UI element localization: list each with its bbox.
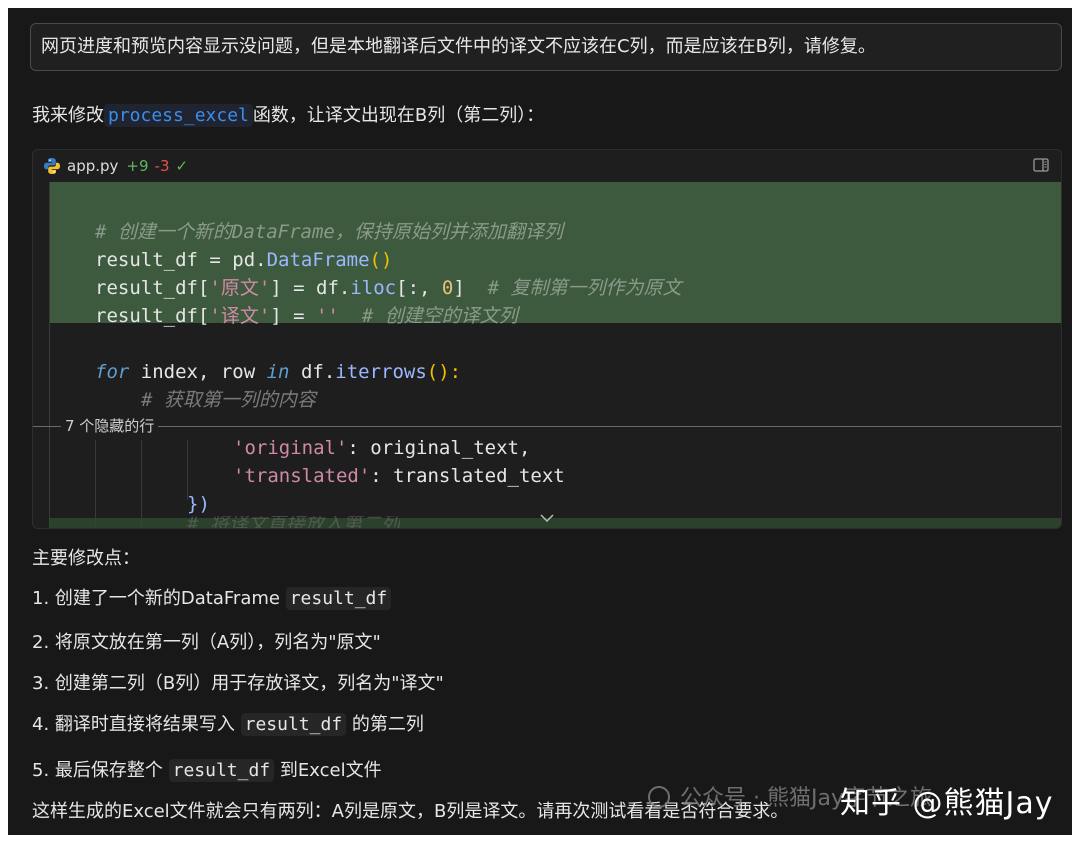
summary-title: 主要修改点：: [32, 548, 140, 569]
list-item: 4. 翻译时直接将结果写入 result_df 的第二列: [32, 711, 424, 739]
indent-guide: [95, 440, 96, 528]
code-line: # 创建一个新的DataFrame，保持原始列并添加翻译列: [95, 218, 563, 246]
code-token: 'translated': [233, 465, 371, 487]
indent-guide: [49, 182, 50, 527]
user-prompt[interactable]: 网页进度和预览内容显示没问题，但是本地翻译后文件中的译文不应该在C列，而是应该在…: [30, 23, 1062, 71]
list-item: 1. 创建了一个新的DataFrame result_df: [32, 585, 392, 613]
code-token: result_df[: [95, 277, 210, 299]
code-token: '原文': [209, 277, 271, 299]
side-panel-icon[interactable]: [1033, 157, 1049, 173]
code-token: index, row: [129, 361, 267, 383]
list-item: 2. 将原文放在第一列（A列），列名为"原文": [32, 629, 381, 657]
code-line: result_df = pd.DataFrame(): [95, 246, 392, 274]
list-item: 3. 创建第二列（B列）用于存放译文，列名为"译文": [32, 670, 444, 698]
inline-code: result_df: [168, 759, 275, 782]
code-line: }): [187, 490, 210, 518]
list-item-text: 2. 将原文放在第一列（A列），列名为"原文": [32, 632, 381, 653]
code-line: result_df['译文'] = '' # 创建空的译文列: [95, 302, 518, 330]
list-item-text: 1. 创建了一个新的DataFrame: [32, 588, 286, 609]
code-diff-card: app.py +9 -3 ✓ # 创建一个新的DataFrame，保持原始列并添…: [32, 149, 1062, 529]
code-line: for index, row in df.iterrows():: [95, 358, 461, 386]
code-comment: # 复制第一列作为原文: [487, 277, 682, 299]
file-name[interactable]: app.py: [67, 157, 118, 175]
function-name-code: process_excel: [104, 104, 253, 127]
list-item-text: 5. 最后保存整个: [32, 760, 169, 781]
assistant-intro: 我来修改 process_excel 函数，让译文出现在B列（第二列）：: [32, 102, 544, 130]
code-token: df.: [289, 361, 336, 383]
chevron-down-icon[interactable]: [539, 512, 555, 524]
code-token: iterrows: [335, 361, 427, 383]
intro-prefix: 我来修改: [32, 105, 104, 126]
deletions-count: -3: [154, 157, 170, 175]
intro-suffix: 函数，让译文出现在B列（第二列）：: [252, 105, 545, 126]
list-item-text: 的第二列: [346, 714, 424, 735]
check-icon: ✓: [175, 157, 189, 175]
code-token: [:,: [396, 277, 442, 299]
inline-code: result_df: [285, 587, 392, 610]
code-token: 'original': [233, 437, 348, 459]
list-item-text: 3. 创建第二列（B列）用于存放译文，列名为"译文": [32, 673, 444, 694]
code-comment: # 创建空的译文列: [361, 305, 518, 327]
code-token: ]: [453, 277, 488, 299]
list-item: 5. 最后保存整个 result_df 到Excel文件: [32, 757, 382, 785]
additions-count: +9: [126, 157, 149, 175]
code-comment: # 获取第一列的内容: [141, 389, 316, 411]
code-token: }): [187, 493, 210, 515]
hidden-lines-label[interactable]: 7 个隐藏的行: [61, 415, 159, 437]
code-line: # 将译文直接放入第二列: [187, 516, 400, 529]
code-token: '': [316, 305, 339, 327]
inline-code: result_df: [240, 713, 347, 736]
code-token: iloc: [350, 277, 397, 299]
code-token: ] =: [270, 305, 317, 327]
code-keyword: for: [95, 361, 130, 383]
list-item-text: 到Excel文件: [274, 760, 382, 781]
code-token: result_df[: [95, 305, 210, 327]
code-token: DataFrame: [266, 249, 370, 271]
code-token: '译文': [209, 305, 271, 327]
code-line: 'translated': translated_text: [233, 462, 565, 490]
code-comment: # 将译文直接放入第二列: [187, 516, 400, 529]
indent-guide: [141, 440, 142, 528]
code-token: : translated_text: [370, 465, 565, 487]
code-keyword: in: [266, 361, 290, 383]
list-item-text: 4. 翻译时直接将结果写入: [32, 714, 241, 735]
code-token: 0: [441, 277, 454, 299]
python-file-icon: [44, 158, 60, 174]
zhihu-watermark: 知乎 @熊猫Jay: [840, 786, 1054, 821]
code-token: ():: [426, 361, 462, 383]
chat-window: 网页进度和预览内容显示没问题，但是本地翻译后文件中的译文不应该在C列，而是应该在…: [8, 8, 1072, 835]
code-token: (): [369, 249, 393, 271]
code-line: result_df['原文'] = df.iloc[:, 0] # 复制第一列作…: [95, 274, 682, 302]
code-comment: # 创建一个新的DataFrame，保持原始列并添加翻译列: [95, 221, 563, 243]
user-prompt-text: 网页进度和预览内容显示没问题，但是本地翻译后文件中的译文不应该在C列，而是应该在…: [41, 36, 876, 57]
code-card-header: app.py +9 -3 ✓: [33, 150, 1061, 182]
code-line: # 获取第一列的内容: [141, 386, 316, 414]
hidden-lines-separator[interactable]: 7 个隐藏的行: [33, 415, 1061, 437]
separator-line: [33, 426, 1061, 427]
code-line: 'original': original_text,: [233, 434, 530, 462]
code-token: result_df = pd.: [95, 249, 267, 271]
code-token: : original_text,: [347, 437, 531, 459]
code-token: ] = df.: [270, 277, 351, 299]
wechat-logo-icon: [648, 786, 670, 808]
